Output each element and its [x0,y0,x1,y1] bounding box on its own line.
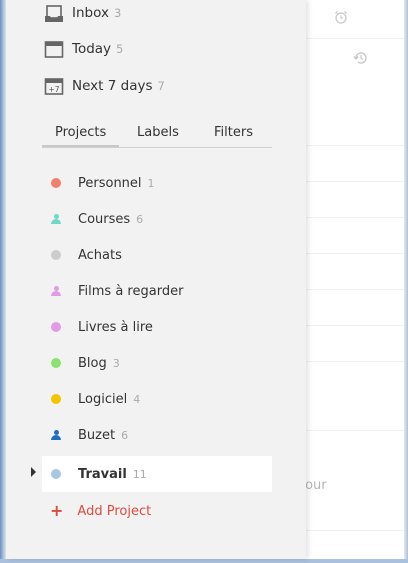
filter-count: 7 [157,79,165,93]
project-item[interactable]: Blog 3 [42,346,272,380]
plus-icon: + [50,501,64,520]
filter-next-7-days[interactable]: +7 Next 7 days 7 [44,74,165,98]
project-color-dot [51,178,61,188]
project-color-dot [51,322,61,332]
inbox-icon [44,3,64,23]
sidebar-tabs: Projects Labels Filters [41,122,272,148]
sidebar: Inbox 3 Today 5 +7 Next 7 days 7 Project… [6,0,306,559]
project-count: 11 [132,467,147,481]
project-label: Travail [78,466,127,482]
project-label: Livres à lire [78,319,153,335]
filter-label: Inbox [72,5,109,21]
divider [306,361,404,362]
project-item[interactable]: Achats [42,238,272,272]
divider [306,430,404,431]
tab-filters[interactable]: Filters [214,125,253,140]
shared-project-person-icon [51,213,61,225]
add-project-label: Add Project [77,503,152,519]
alarm-clock-icon[interactable] [334,10,348,27]
project-item[interactable]: Livres à lire [42,310,272,344]
divider [306,145,404,146]
project-label: Courses [78,211,131,227]
filter-count: 3 [113,6,122,20]
project-count: 6 [121,428,129,442]
next7-badge: +7 [48,85,59,94]
project-label: Blog [78,355,107,371]
window-frame-right [404,0,408,563]
filter-label: Today [72,41,112,57]
filter-count: 5 [116,42,124,56]
project-item[interactable]: Films à regarder [42,274,272,308]
project-item-selected[interactable]: Travail 11 [31,456,272,492]
divider [306,289,404,290]
project-item[interactable]: Personnel 1 [42,166,272,200]
project-color-dot [51,358,61,368]
project-color-dot [51,469,61,479]
calendar-next7-icon: +7 [44,76,64,96]
filter-today[interactable]: Today 5 [44,37,123,61]
tab-projects[interactable]: Projects [41,125,120,147]
expand-arrow-icon[interactable] [31,467,36,477]
project-item[interactable]: Courses 6 [42,202,272,236]
shared-project-person-icon [51,429,61,441]
main-content-pane: tour [300,0,404,559]
project-label: Films à regarder [78,283,184,299]
history-icon[interactable] [352,49,370,70]
project-label: Logiciel [78,391,128,407]
divider [306,181,404,182]
divider [306,253,404,254]
project-count: 6 [136,212,144,226]
add-project-button[interactable]: + Add Project [42,500,151,522]
divider [306,325,404,326]
project-color-dot [51,250,61,260]
project-color-dot [51,394,61,404]
project-item[interactable]: Buzet 6 [42,418,272,452]
divider [306,530,404,531]
project-count: 3 [112,356,120,370]
window-frame-bottom [0,559,408,563]
tab-labels[interactable]: Labels [137,125,179,140]
shared-project-person-icon [51,285,61,297]
divider [306,217,404,218]
project-label: Personnel [78,175,142,191]
filter-label: Next 7 days [72,78,153,94]
project-count: 1 [147,176,155,190]
divider [306,38,404,39]
filter-inbox[interactable]: Inbox 3 [44,1,121,25]
project-label: Achats [78,247,122,263]
project-label: Buzet [78,427,116,443]
project-count: 4 [133,392,141,406]
calendar-today-icon [44,39,64,59]
project-item[interactable]: Logiciel 4 [42,382,272,416]
